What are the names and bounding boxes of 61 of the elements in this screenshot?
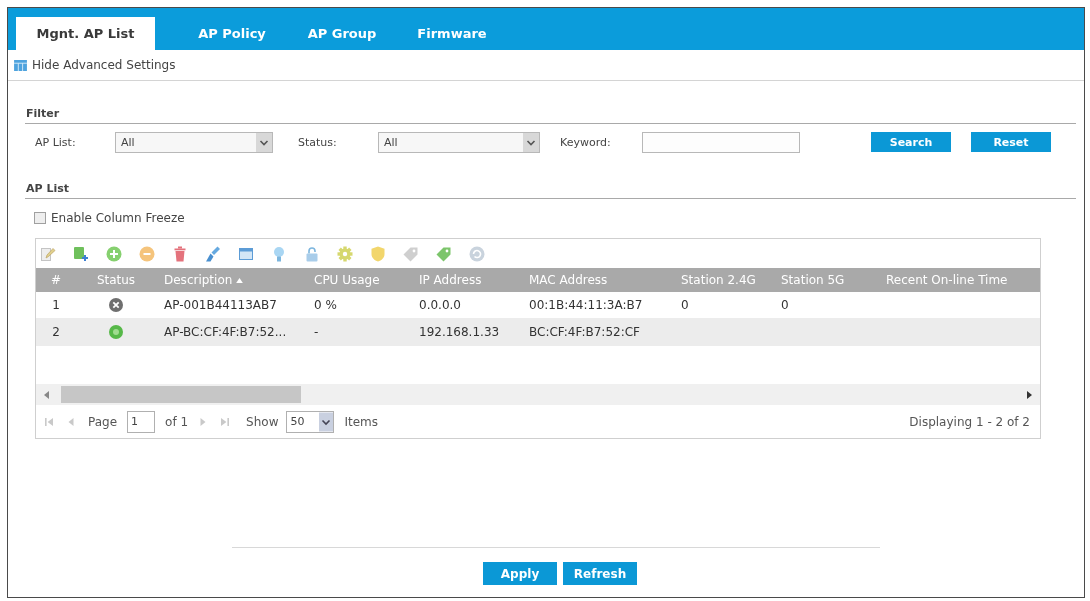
cpu-usage-value: 0 % [314,298,337,312]
checkbox[interactable] [34,212,46,224]
ap-list-dropdown[interactable]: All [115,131,273,153]
horizontal-scrollbar[interactable] [36,384,1040,405]
caret-icon [319,411,334,432]
field-label: Keyword: [560,135,612,149]
reset-button[interactable]: Reset [971,132,1051,152]
refresh-icon[interactable] [469,245,485,262]
window-icon[interactable] [238,245,254,262]
page-number-field[interactable]: 1 [127,410,156,433]
scroll-left-icon[interactable] [44,390,49,399]
ap-description: AP-001B44113AB7 [164,298,277,312]
station-count: 0 [781,298,789,312]
mac-address: 00:1B:44:11:3A:B7 [529,298,643,312]
edit-icon[interactable] [40,245,56,262]
hide-advanced-settings-link[interactable]: Hide Advanced Settings [14,58,176,72]
padlock-icon[interactable] [304,245,320,262]
field-label: Status: [298,135,338,149]
minus-circle-icon[interactable] [139,245,155,262]
scrollbar-thumb[interactable] [61,386,301,403]
shield-icon[interactable] [370,245,386,262]
page-count: of 1 [165,414,189,429]
tab[interactable]: Mgnt. AP List [16,17,155,50]
refresh-button[interactable]: Refresh [563,562,637,585]
caret-icon [523,132,539,152]
items-per-page-dropdown[interactable]: 50 [286,410,335,433]
paging-summary: Displaying 1 - 2 of 2 [909,414,1030,429]
tab[interactable]: AP Group [287,17,397,50]
tab[interactable]: Firmware [397,17,507,50]
trash-icon[interactable] [172,245,188,262]
ip-address: 192.168.1.33 [419,325,500,339]
keyword-field[interactable] [642,131,800,153]
station-count: 0 [681,298,689,312]
items-label: Items [344,414,379,429]
document-plus-icon[interactable] [73,245,89,262]
column-header[interactable]: # [50,273,62,287]
apply-button[interactable]: Apply [483,562,557,585]
mac-address: BC:CF:4F:B7:52:CF [529,325,640,339]
status-dropdown[interactable]: All [378,131,540,153]
ip-address: 0.0.0.0 [419,298,461,312]
show-label: Show [246,414,279,429]
section-title: Filter [25,107,1076,124]
table-columns-icon [14,59,27,71]
gear-icon[interactable] [337,245,353,262]
caret-icon [256,132,272,152]
search-button[interactable]: Search [871,132,951,152]
page-label: Page [88,414,118,429]
brush-icon[interactable] [205,245,221,262]
row-number: 2 [52,325,60,339]
checkbox-label: Enable Column Freeze [51,211,185,225]
section-title: AP List [25,182,1076,199]
plus-circle-icon[interactable] [106,245,122,262]
scroll-right-icon[interactable] [1027,390,1032,399]
ap-description: AP-BC:CF:4F:B7:52... [164,325,287,339]
cpu-usage-value: - [314,325,319,339]
tab[interactable]: AP Policy [177,17,287,50]
tag-icon[interactable] [403,245,419,262]
lightbulb-icon[interactable] [271,245,287,262]
row-number: 1 [52,298,60,312]
tag-icon[interactable] [436,245,452,262]
field-label: AP List: [35,135,77,149]
